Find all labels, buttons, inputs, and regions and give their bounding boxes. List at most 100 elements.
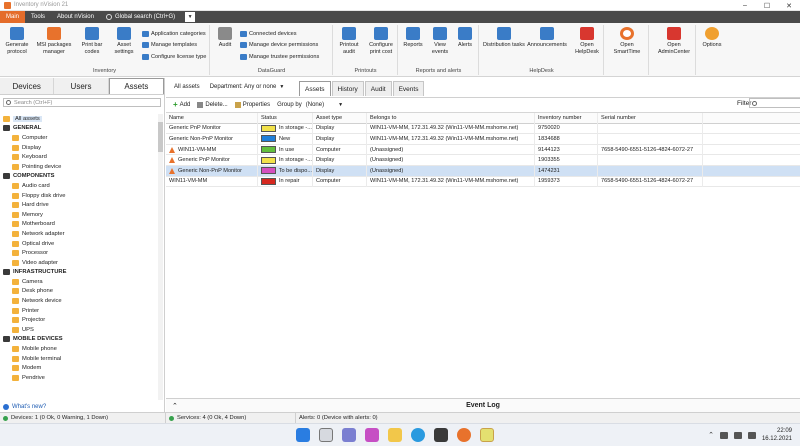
store-icon[interactable] bbox=[434, 428, 448, 442]
tree-item[interactable]: Audio card bbox=[0, 181, 158, 191]
group-by-dropdown[interactable]: (None) ▼ bbox=[306, 102, 343, 108]
tree-item[interactable]: Floppy disk drive bbox=[0, 191, 158, 201]
task-view-icon[interactable] bbox=[319, 428, 333, 442]
tab-users[interactable]: Users bbox=[54, 78, 109, 94]
manage-device-permissions-button[interactable]: Manage device permissions bbox=[240, 40, 318, 49]
volume-icon[interactable] bbox=[733, 431, 742, 439]
tree-category[interactable]: COMPONENTS bbox=[0, 172, 158, 182]
tree-item[interactable]: Pendrive bbox=[0, 373, 158, 383]
audit-button[interactable]: Audit bbox=[211, 27, 239, 49]
open-admincenter-button[interactable]: Open AdminCenter bbox=[654, 27, 694, 55]
column-header-belongs-to[interactable]: Belongs to bbox=[367, 112, 535, 124]
asset-search-input[interactable]: Search (Ctrl+F) bbox=[3, 98, 161, 107]
tree-category[interactable]: INFRASTRUCTURE bbox=[0, 268, 158, 278]
table-row[interactable]: WIN11-VM-MM In use Computer (Unassigned) 914… bbox=[166, 144, 800, 156]
tree-item[interactable]: Display bbox=[0, 143, 158, 153]
reports-button[interactable]: Reports bbox=[399, 27, 427, 49]
tree-item[interactable]: Mobile phone bbox=[0, 344, 158, 354]
tree-category[interactable]: MOBILE DEVICES bbox=[0, 335, 158, 345]
tree-item[interactable]: Pointing device bbox=[0, 162, 158, 172]
whats-new-link[interactable]: What's new? bbox=[3, 402, 46, 412]
menu-tab-main[interactable]: Main bbox=[0, 11, 26, 23]
tree-item[interactable]: Hard drive bbox=[0, 200, 158, 210]
tab-devices[interactable]: Devices bbox=[0, 78, 55, 94]
tree-item[interactable]: UPS bbox=[0, 325, 158, 335]
tree-item[interactable]: Processor bbox=[0, 248, 158, 258]
open-smarttime-button[interactable]: Open SmartTime bbox=[610, 27, 644, 55]
event-log-bar[interactable]: ⌃ Event Log bbox=[166, 398, 800, 412]
table-row[interactable]: Generic Non-PnP Monitor New Display WIN11-V… bbox=[166, 133, 800, 145]
generate-protocol-button[interactable]: Generate protocol bbox=[0, 27, 34, 55]
edge-icon[interactable] bbox=[411, 428, 425, 442]
table-row[interactable]: Generic Non-PnP Monitor To be dispo... Dis… bbox=[166, 165, 800, 177]
configure-license-type-button[interactable]: Configure license type bbox=[142, 52, 206, 61]
firefox-icon[interactable] bbox=[457, 428, 471, 442]
column-header-asset-type[interactable]: Asset type bbox=[313, 112, 367, 124]
alerts-button[interactable]: Alerts bbox=[452, 27, 478, 49]
tab-assets-view[interactable]: Assets bbox=[299, 81, 331, 96]
tab-assets[interactable]: Assets bbox=[108, 78, 164, 94]
tree-root[interactable]: All assets bbox=[0, 114, 158, 124]
widgets-icon[interactable] bbox=[342, 428, 356, 442]
manage-trustee-permissions-button[interactable]: Manage trustee permissions bbox=[240, 52, 319, 61]
column-header-name[interactable]: Name bbox=[166, 112, 258, 124]
tree-item[interactable]: Optical drive bbox=[0, 239, 158, 249]
tree-scrollbar-thumb[interactable] bbox=[158, 122, 163, 152]
tree-item[interactable]: Keyboard bbox=[0, 152, 158, 162]
column-header-inventory-number[interactable]: Inventory number bbox=[535, 112, 598, 124]
maximize-icon[interactable]: ☐ bbox=[756, 0, 778, 11]
tree-item[interactable]: Modem bbox=[0, 363, 158, 373]
tree-scrollbar[interactable] bbox=[158, 114, 163, 400]
announcements-button[interactable]: Announcements bbox=[525, 27, 569, 49]
department-dropdown[interactable]: Department: Any or none ▼ bbox=[210, 84, 285, 90]
nvision-icon[interactable] bbox=[480, 428, 494, 442]
column-header-status[interactable]: Status bbox=[258, 112, 313, 124]
start-icon[interactable] bbox=[296, 428, 310, 442]
tree-item[interactable]: Printer bbox=[0, 306, 158, 316]
tab-audit[interactable]: Audit bbox=[364, 81, 392, 96]
close-icon[interactable]: ✕ bbox=[778, 0, 800, 11]
msi-packages-button[interactable]: MSI packages manager bbox=[35, 27, 73, 55]
tree-item[interactable]: Camera bbox=[0, 277, 158, 287]
asset-settings-button[interactable]: Asset settings bbox=[107, 27, 141, 55]
tab-events[interactable]: Events bbox=[392, 81, 425, 96]
printout-audit-button[interactable]: Printout audit bbox=[334, 27, 364, 55]
network-icon[interactable] bbox=[719, 431, 728, 439]
view-events-button[interactable]: View events bbox=[426, 27, 454, 55]
menu-tab-tools[interactable]: Tools bbox=[25, 11, 51, 23]
table-row[interactable]: Generic PnP Monitor In storage -... Displa… bbox=[166, 154, 800, 166]
chevron-up-icon[interactable]: ⌃ bbox=[708, 431, 714, 439]
tree-item[interactable]: Motherboard bbox=[0, 220, 158, 230]
tree-item[interactable]: Network device bbox=[0, 296, 158, 306]
minimize-icon[interactable]: – bbox=[734, 0, 756, 11]
manage-templates-button[interactable]: Manage templates bbox=[142, 40, 197, 49]
tree-category[interactable]: GENERAL bbox=[0, 124, 158, 134]
table-row[interactable]: WIN11-VM-MM In repair Computer WIN11-VM-MM,… bbox=[166, 176, 800, 188]
file-explorer-icon[interactable] bbox=[388, 428, 402, 442]
tree-item[interactable]: Projector bbox=[0, 315, 158, 325]
add-button[interactable]: + Add bbox=[173, 100, 190, 109]
configure-print-cost-button[interactable]: Configure print cost bbox=[364, 27, 398, 55]
tree-item[interactable]: Network adapter bbox=[0, 229, 158, 239]
language-icon[interactable] bbox=[747, 431, 756, 439]
properties-button[interactable]: Properties bbox=[234, 101, 270, 108]
filter-input[interactable] bbox=[749, 98, 800, 108]
tree-item[interactable]: Mobile terminal bbox=[0, 354, 158, 364]
tree-item[interactable]: Computer bbox=[0, 133, 158, 143]
clock[interactable]: 22:09 16.12.2021 bbox=[762, 427, 792, 443]
tree-item[interactable]: Video adapter bbox=[0, 258, 158, 268]
menu-tab-about[interactable]: About nVision bbox=[51, 11, 100, 23]
options-button[interactable]: Options bbox=[697, 27, 727, 49]
delete-button[interactable]: Delete... bbox=[197, 101, 228, 108]
print-bar-codes-button[interactable]: Print bar codes bbox=[75, 27, 109, 55]
open-helpdesk-button[interactable]: Open HelpDesk bbox=[570, 27, 604, 55]
quick-access-dropdown[interactable]: ▼ bbox=[185, 12, 196, 22]
distribution-tasks-button[interactable]: Distribution tasks bbox=[482, 27, 526, 49]
expand-icon[interactable]: ⌃ bbox=[172, 402, 178, 410]
connected-devices-button[interactable]: Connected devices bbox=[240, 29, 297, 38]
tree-item[interactable]: Memory bbox=[0, 210, 158, 220]
table-row[interactable]: Generic PnP Monitor In storage -... Displa… bbox=[166, 123, 800, 135]
tree-item[interactable]: Desk phone bbox=[0, 287, 158, 297]
column-header-serial-number[interactable]: Serial number bbox=[598, 112, 703, 124]
application-categories-button[interactable]: Application categories bbox=[142, 29, 206, 38]
